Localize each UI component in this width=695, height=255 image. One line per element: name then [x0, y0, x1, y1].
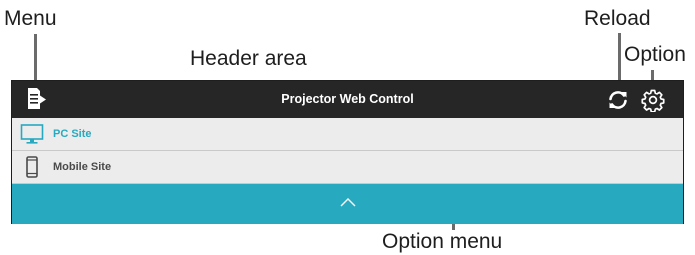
header-title: Projector Web Control	[281, 92, 414, 106]
option-item-pc-site[interactable]: PC Site	[12, 118, 683, 151]
callout-reload: Reload	[584, 7, 651, 30]
monitor-icon	[20, 122, 44, 151]
option-item-label: PC Site	[53, 128, 92, 140]
reload-icon[interactable]	[606, 88, 630, 112]
header-bar: Projector Web Control	[12, 81, 683, 118]
callout-header-area: Header area	[190, 47, 307, 70]
callout-menu: Menu	[4, 7, 57, 30]
callout-option-menu: Option menu	[382, 230, 503, 253]
leader-line-menu	[34, 34, 37, 86]
chevron-up-icon	[340, 198, 355, 207]
gear-icon[interactable]	[641, 88, 665, 113]
option-item-mobile-site[interactable]: Mobile Site	[12, 151, 683, 184]
collapse-button[interactable]	[12, 184, 683, 224]
callout-option: Option	[624, 43, 686, 66]
web-control-screen: Projector Web Control PC Site Mobile Sit…	[11, 80, 684, 224]
leader-line-reload	[618, 33, 621, 85]
option-item-label: Mobile Site	[53, 161, 112, 173]
option-menu: PC Site Mobile Site	[12, 118, 683, 184]
smartphone-icon	[20, 155, 44, 184]
